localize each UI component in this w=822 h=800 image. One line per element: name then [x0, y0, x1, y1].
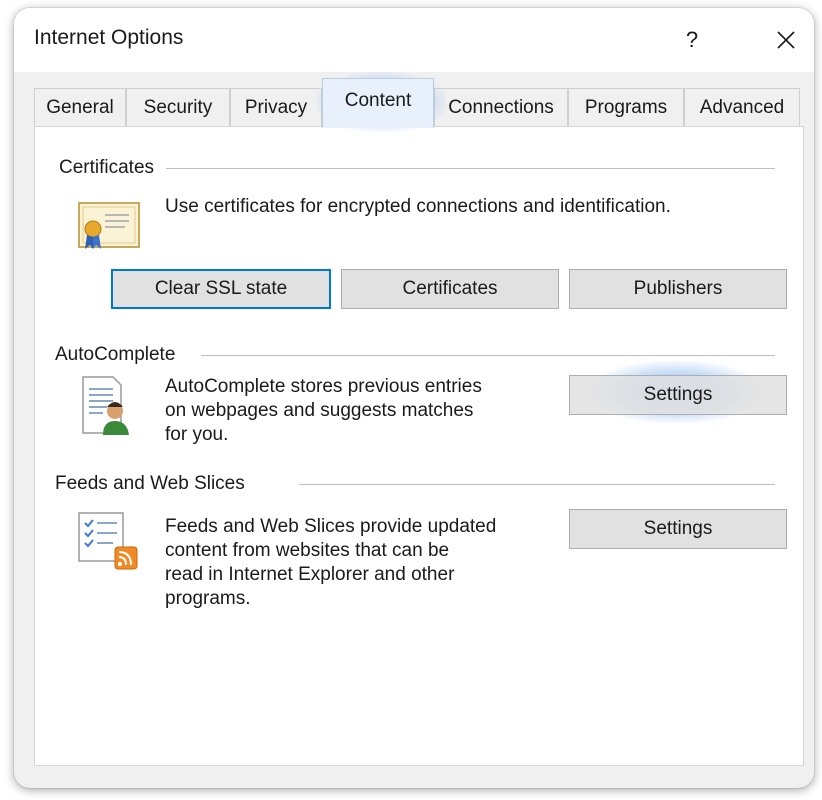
feeds-group-label: Feeds and Web Slices: [55, 473, 257, 495]
autocomplete-group-label: AutoComplete: [55, 344, 188, 366]
publishers-button-label: Publishers: [633, 278, 723, 299]
title-bar: Internet Options ?: [14, 8, 814, 72]
certificates-description: Use certificates for encrypted connectio…: [165, 196, 671, 217]
feeds-description: Feeds and Web Slices provide updated con…: [165, 515, 496, 611]
feeds-description-line: programs.: [165, 588, 251, 609]
certificates-divider: [155, 168, 775, 169]
window-title: Internet Options: [34, 26, 184, 49]
feeds-description-line: content from websites that can be: [165, 540, 450, 561]
certificates-group-label: Certificates: [59, 157, 167, 179]
feeds-settings-button[interactable]: Settings: [569, 509, 787, 549]
clear-ssl-state-label: Clear SSL state: [154, 278, 288, 299]
feeds-divider: [299, 484, 775, 485]
certificates-button[interactable]: Certificates: [341, 269, 559, 309]
clear-ssl-state-button[interactable]: Clear SSL state: [111, 269, 331, 309]
autocomplete-description-line: for you.: [165, 424, 229, 445]
autocomplete-divider: [201, 355, 775, 356]
tab-strip: General Security Privacy Content Connect…: [34, 72, 804, 132]
certificate-icon: [77, 201, 141, 256]
internet-options-dialog: Internet Options ? General Security Priv…: [14, 8, 814, 788]
tab-privacy[interactable]: Privacy: [230, 88, 322, 126]
close-icon: [777, 31, 795, 49]
content-tab-panel: Certificates Use certificates for encryp…: [34, 126, 804, 766]
autocomplete-description: AutoComplete stores previous entries on …: [165, 375, 482, 447]
autocomplete-description-line: AutoComplete stores previous entries: [165, 376, 482, 397]
publishers-button[interactable]: Publishers: [569, 269, 787, 309]
help-button[interactable]: ?: [674, 22, 710, 58]
certificates-button-label: Certificates: [402, 278, 498, 299]
tab-content[interactable]: Content: [322, 78, 434, 128]
tab-programs[interactable]: Programs: [568, 88, 684, 126]
feeds-settings-label: Settings: [643, 518, 713, 539]
autocomplete-icon: [79, 375, 133, 444]
feeds-icon: [77, 511, 141, 578]
tab-advanced[interactable]: Advanced: [684, 88, 800, 126]
autocomplete-settings-button[interactable]: Settings: [569, 375, 787, 415]
feeds-description-line: read in Internet Explorer and other: [165, 564, 455, 585]
autocomplete-description-line: on webpages and suggests matches: [165, 400, 474, 421]
close-button[interactable]: [768, 22, 804, 58]
tab-security[interactable]: Security: [126, 88, 230, 126]
tab-connections[interactable]: Connections: [434, 88, 568, 126]
autocomplete-settings-label: Settings: [643, 384, 713, 405]
tab-general[interactable]: General: [34, 88, 126, 126]
feeds-description-line: Feeds and Web Slices provide updated: [165, 516, 497, 537]
